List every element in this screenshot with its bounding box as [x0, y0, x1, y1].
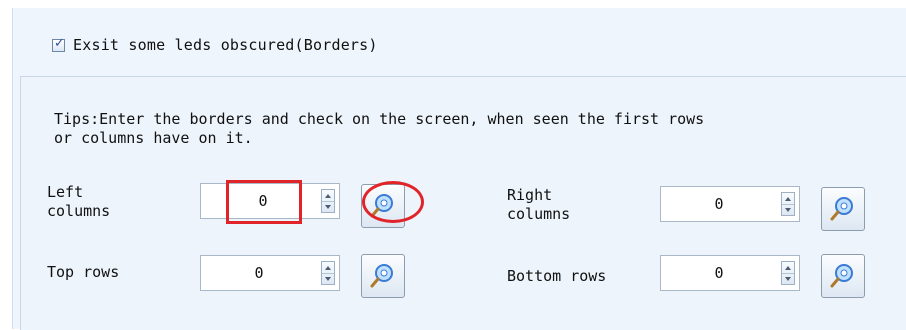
- spin-down-icon[interactable]: [322, 201, 334, 212]
- borders-checkbox-row[interactable]: ✓ Exsit some leds obscured(Borders): [52, 34, 378, 56]
- top-rows-label: Top rows: [47, 263, 120, 281]
- tips-text: Tips:Enter the borders and check on the …: [54, 110, 705, 147]
- highlight-rectangle: [226, 180, 302, 224]
- top-rows-value[interactable]: 0: [221, 256, 297, 290]
- spin-down-icon[interactable]: [782, 273, 794, 284]
- right-columns-label: Right columns: [507, 186, 571, 223]
- left-columns-label: Left columns: [47, 183, 111, 220]
- right-columns-stepper[interactable]: 0: [660, 186, 800, 222]
- spin-down-icon[interactable]: [322, 273, 334, 284]
- highlight-ellipse: [362, 181, 424, 223]
- top-rows-stepper[interactable]: 0: [200, 255, 340, 291]
- right-columns-spin-buttons[interactable]: [781, 192, 795, 216]
- top-divider: [12, 0, 906, 8]
- magnifier-locate-icon: [830, 264, 853, 288]
- spin-down-icon[interactable]: [782, 204, 794, 215]
- bottom-rows-stepper[interactable]: 0: [660, 255, 800, 291]
- bottom-rows-spin-buttons[interactable]: [781, 261, 795, 285]
- right-columns-pick-button[interactable]: [821, 187, 865, 231]
- magnifier-locate-icon: [370, 264, 393, 288]
- borders-checkbox-label: Exsit some leds obscured(Borders): [73, 36, 378, 54]
- right-columns-value[interactable]: 0: [681, 187, 757, 221]
- bottom-rows-pick-button[interactable]: [821, 254, 865, 298]
- bottom-rows-label: Bottom rows: [507, 267, 607, 285]
- top-rows-pick-button[interactable]: [361, 254, 405, 298]
- bottom-rows-value[interactable]: 0: [681, 256, 757, 290]
- top-rows-spin-buttons[interactable]: [321, 261, 335, 285]
- magnifier-locate-icon: [830, 197, 853, 221]
- borders-checkbox[interactable]: ✓: [52, 35, 65, 52]
- check-icon: ✓: [54, 35, 65, 51]
- left-columns-spin-buttons[interactable]: [321, 189, 335, 213]
